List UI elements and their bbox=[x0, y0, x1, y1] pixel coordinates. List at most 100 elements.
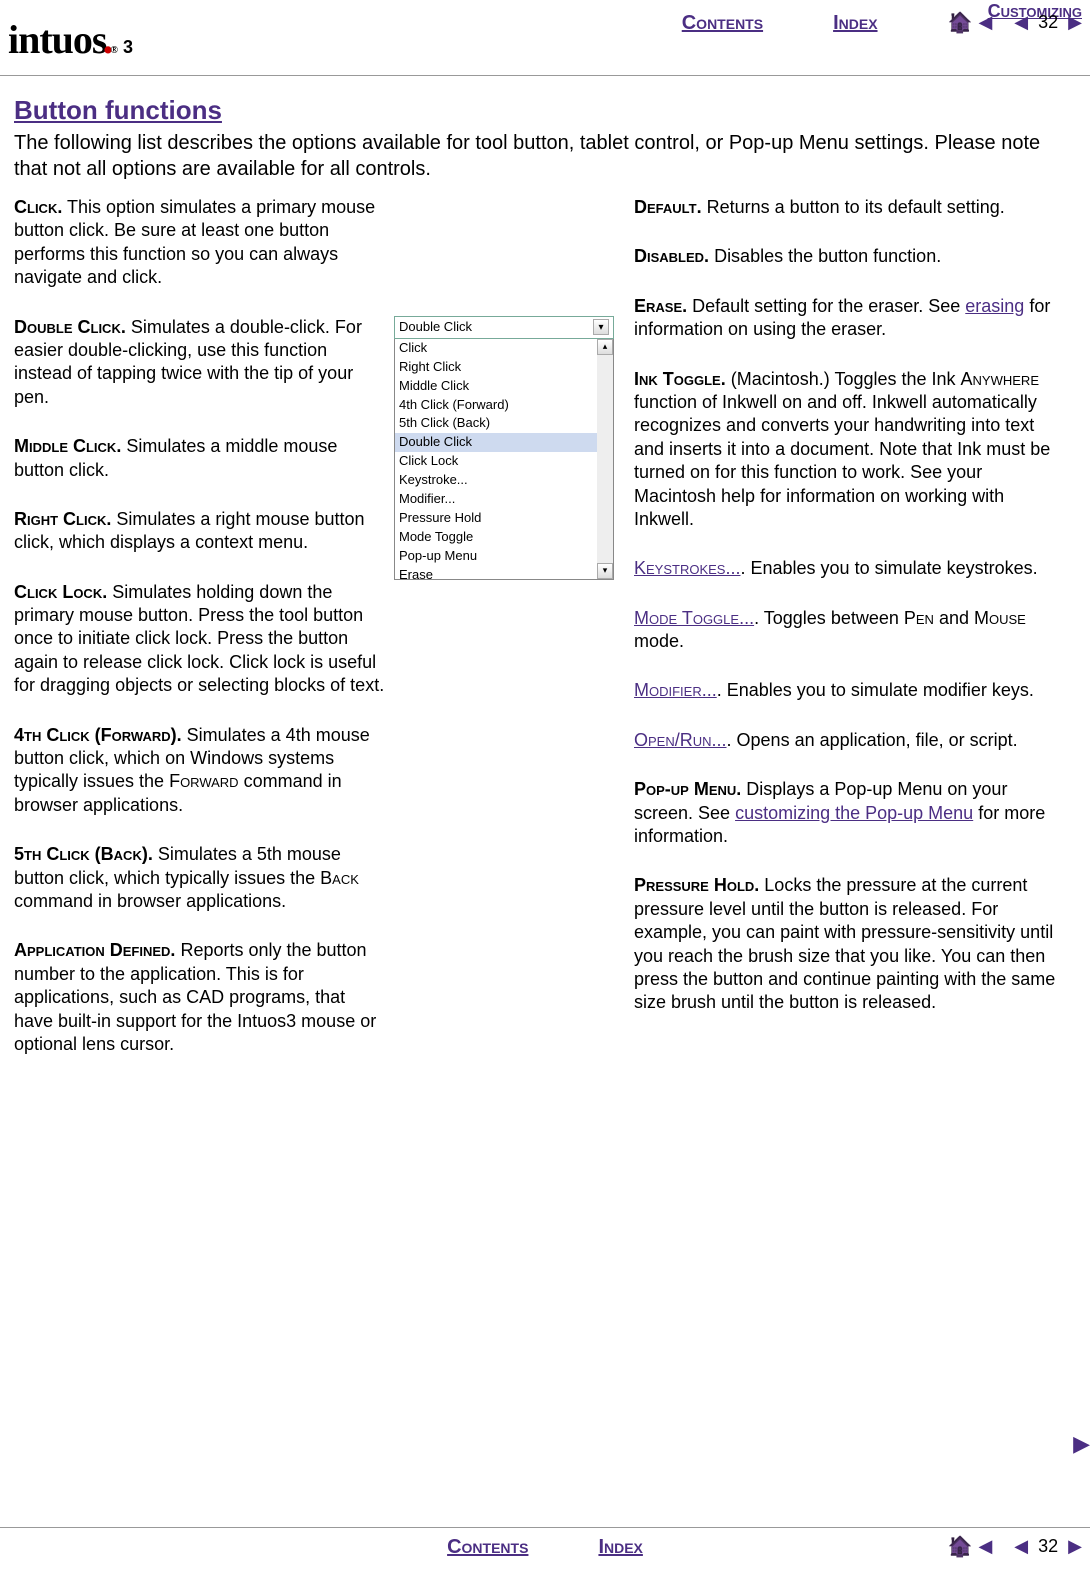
sc: Back bbox=[320, 868, 359, 888]
label: Default. bbox=[634, 197, 702, 217]
index-link[interactable]: Index bbox=[833, 10, 877, 36]
label: Application Defined. bbox=[14, 940, 175, 960]
open-run-link[interactable]: Open/Run... bbox=[634, 730, 727, 750]
entry-keystrokes: Keystrokes.... Enables you to simulate k… bbox=[634, 557, 1064, 580]
desc3: mode. bbox=[634, 631, 684, 651]
scrollbar[interactable]: ▴ ▾ bbox=[597, 339, 613, 579]
dropdown-item[interactable]: Mode Toggle bbox=[395, 528, 613, 547]
dropdown-item[interactable]: 4th Click (Forward) bbox=[395, 396, 613, 415]
dropdown-item[interactable]: Right Click bbox=[395, 358, 613, 377]
entry-default: Default. Returns a button to its default… bbox=[634, 196, 1064, 219]
desc2: command in browser applications. bbox=[14, 891, 286, 911]
prev-page-icon[interactable] bbox=[1014, 1535, 1028, 1558]
label: Disabled. bbox=[634, 246, 709, 266]
entry-double-click: Double Click. Simulates a double-click. … bbox=[14, 316, 386, 410]
scroll-up-icon[interactable]: ▴ bbox=[597, 339, 613, 355]
desc2: function of Inkwell on and off. Inkwell … bbox=[634, 392, 1050, 529]
keystrokes-link[interactable]: Keystrokes... bbox=[634, 558, 740, 578]
desc: Locks the pressure at the current pressu… bbox=[634, 875, 1055, 1012]
entry-5th-click: 5th Click (Back). Simulates a 5th mouse … bbox=[14, 843, 386, 913]
dropdown-item[interactable]: Double Click bbox=[395, 433, 613, 452]
label: Pop-up Menu. bbox=[634, 779, 741, 799]
desc: Toggles between bbox=[759, 608, 904, 628]
label: Double Click. bbox=[14, 317, 126, 337]
label: Pressure Hold. bbox=[634, 875, 759, 895]
label: Ink Toggle. bbox=[634, 369, 726, 389]
page-title[interactable]: Button functions bbox=[14, 94, 1076, 128]
column-right: Default. Returns a button to its default… bbox=[624, 196, 1064, 1082]
desc: Default setting for the eraser. See bbox=[687, 296, 965, 316]
header: intuos. ® 3 Contents Index 32 bbox=[0, 0, 1090, 76]
label: Erase. bbox=[634, 296, 687, 316]
back-history-icon[interactable] bbox=[978, 11, 992, 34]
logo-reg: ® bbox=[111, 44, 117, 57]
dropdown-item[interactable]: Pop-up Menu bbox=[395, 547, 613, 566]
desc2: and bbox=[934, 608, 974, 628]
entry-4th-click: 4th Click (Forward). Simulates a 4th mou… bbox=[14, 724, 386, 818]
next-page-icon[interactable] bbox=[1068, 11, 1082, 34]
dropdown-select[interactable]: Double Click ▾ bbox=[394, 316, 614, 339]
entry-disabled: Disabled. Disables the button function. bbox=[634, 245, 1064, 268]
entry-modifier: Modifier.... Enables you to simulate mod… bbox=[634, 679, 1064, 702]
home-icon[interactable] bbox=[948, 1534, 973, 1560]
dropdown-item[interactable]: Erase bbox=[395, 566, 613, 579]
header-nav: Contents Index 32 bbox=[682, 10, 1082, 36]
next-page-icon[interactable] bbox=[1068, 1535, 1082, 1558]
nav-controls-top: 32 bbox=[948, 10, 1082, 36]
logo-dot: . bbox=[103, 10, 113, 67]
label: Click. bbox=[14, 197, 62, 217]
dropdown-item[interactable]: Click Lock bbox=[395, 452, 613, 471]
entry-popup-menu: Pop-up Menu. Displays a Pop-up Menu on y… bbox=[634, 778, 1064, 848]
dropdown-item[interactable]: Modifier... bbox=[395, 490, 613, 509]
entry-ink-toggle: Ink Toggle. (Macintosh.) Toggles the Ink… bbox=[634, 368, 1064, 532]
footer: Contents Index 32 bbox=[0, 1527, 1090, 1560]
continue-arrow-icon[interactable] bbox=[1073, 1430, 1090, 1459]
desc: Opens an application, file, or script. bbox=[732, 730, 1018, 750]
dropdown-screenshot: Double Click ▾ ClickRight ClickMiddle Cl… bbox=[394, 316, 614, 580]
sc: Forward bbox=[169, 771, 239, 791]
home-icon[interactable] bbox=[948, 10, 973, 36]
intro-text: The following list describes the options… bbox=[14, 130, 1076, 182]
footer-contents-link[interactable]: Contents bbox=[447, 1534, 528, 1560]
dropdown-item[interactable]: Click bbox=[395, 339, 613, 358]
column-middle: Double Click ▾ ClickRight ClickMiddle Cl… bbox=[394, 196, 624, 1082]
page-number: 32 bbox=[1038, 1535, 1058, 1558]
entry-pressure-hold: Pressure Hold. Locks the pressure at the… bbox=[634, 874, 1064, 1014]
dropdown-item[interactable]: Middle Click bbox=[395, 377, 613, 396]
label: 4th Click (Forward). bbox=[14, 725, 182, 745]
entry-app-defined: Application Defined. Reports only the bu… bbox=[14, 939, 386, 1056]
nav-controls-bottom: 32 bbox=[948, 1534, 1082, 1560]
dropdown-item[interactable]: 5th Click (Back) bbox=[395, 414, 613, 433]
entry-click-lock: Click Lock. Simulates holding down the p… bbox=[14, 581, 386, 698]
logo-text: intuos bbox=[8, 14, 107, 66]
label: 5th Click (Back). bbox=[14, 844, 153, 864]
entry-middle-click: Middle Click. Simulates a middle mouse b… bbox=[14, 435, 386, 482]
logo-sub: 3 bbox=[123, 36, 132, 59]
scroll-down-icon[interactable]: ▾ bbox=[597, 563, 613, 579]
content: Button functions The following list desc… bbox=[0, 76, 1090, 1082]
sc: Anywhere bbox=[961, 369, 1039, 389]
label: Right Click. bbox=[14, 509, 111, 529]
desc: Disables the button function. bbox=[709, 246, 941, 266]
entry-click: Click. This option simulates a primary m… bbox=[14, 196, 386, 290]
desc: Enables you to simulate modifier keys. bbox=[722, 680, 1034, 700]
prev-page-icon[interactable] bbox=[1014, 11, 1028, 34]
footer-index-link[interactable]: Index bbox=[598, 1534, 642, 1560]
popup-menu-link[interactable]: customizing the Pop-up Menu bbox=[735, 803, 973, 823]
mode-toggle-link[interactable]: Mode Toggle... bbox=[634, 608, 754, 628]
desc: Enables you to simulate keystrokes. bbox=[746, 558, 1038, 578]
modifier-link[interactable]: Modifier... bbox=[634, 680, 717, 700]
contents-link[interactable]: Contents bbox=[682, 10, 763, 36]
sc: Pen bbox=[904, 608, 934, 628]
desc: Returns a button to its default setting. bbox=[702, 197, 1005, 217]
erasing-link[interactable]: erasing bbox=[965, 296, 1024, 316]
dropdown-arrow-icon[interactable]: ▾ bbox=[593, 319, 609, 335]
dropdown-item[interactable]: Keystroke... bbox=[395, 471, 613, 490]
logo: intuos. ® 3 bbox=[8, 10, 132, 67]
entry-open-run: Open/Run.... Opens an application, file,… bbox=[634, 729, 1064, 752]
dropdown-list: ClickRight ClickMiddle Click4th Click (F… bbox=[395, 339, 613, 579]
entry-right-click: Right Click. Simulates a right mouse but… bbox=[14, 508, 386, 555]
entry-mode-toggle: Mode Toggle.... Toggles between Pen and … bbox=[634, 607, 1064, 654]
back-history-icon[interactable] bbox=[978, 1535, 992, 1558]
dropdown-item[interactable]: Pressure Hold bbox=[395, 509, 613, 528]
